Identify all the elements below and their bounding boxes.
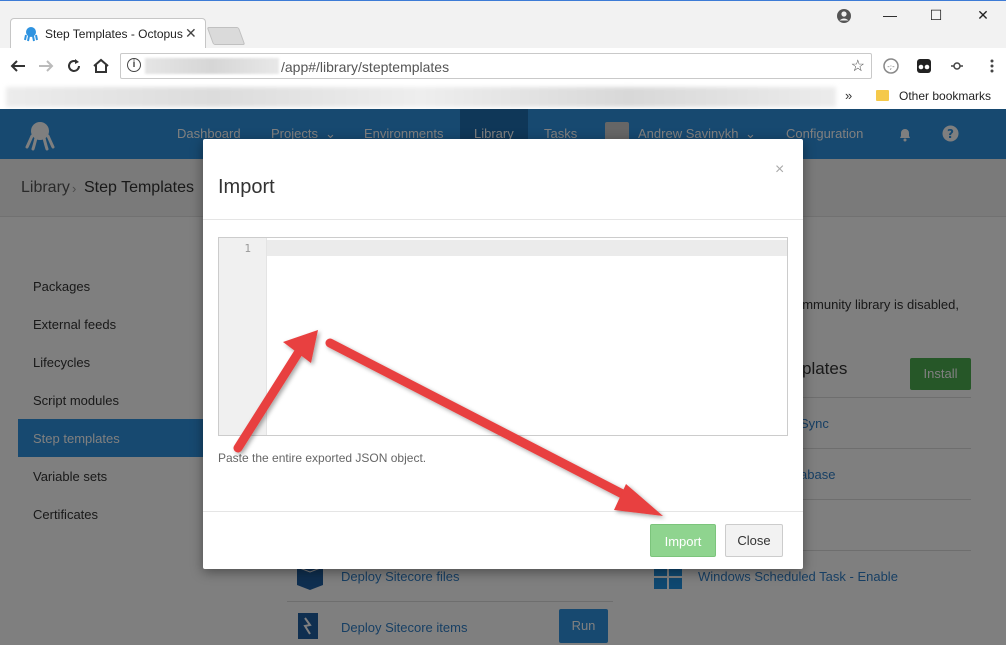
home-icon[interactable] [92,57,110,75]
folder-icon [876,90,889,101]
minimize-icon[interactable]: — [880,7,900,23]
maximize-icon[interactable]: ☐ [926,7,946,24]
editor-help-text: Paste the entire exported JSON object. [218,451,427,465]
browser-menu-icon[interactable] [984,58,1000,74]
close-button[interactable]: Close [725,524,783,557]
other-bookmarks[interactable]: Other bookmarks [899,89,991,103]
line-number: 1 [244,242,251,255]
site-info-icon[interactable]: i [127,58,141,72]
octopus-favicon-icon [24,27,38,42]
redacted-host [145,58,279,74]
import-button[interactable]: Import [650,524,716,557]
url-text: /app#/library/steptemplates [281,59,450,75]
tab-close-icon[interactable]: ✕ [185,25,197,42]
new-tab-button[interactable] [206,27,246,45]
profile-icon[interactable] [836,8,852,24]
svg-text:-;-: -;- [887,63,895,71]
import-dialog: Import × 1 Paste the entire exported JSO… [203,139,803,569]
glasses-extension-icon[interactable] [916,58,932,74]
redacted-bookmarks [6,87,836,107]
back-icon[interactable] [9,57,27,75]
dialog-title: Import [218,176,275,198]
close-icon[interactable]: × [775,161,784,179]
reload-icon[interactable] [65,57,83,75]
github-extension-icon[interactable] [949,58,965,74]
editor-gutter: 1 [219,238,267,435]
tab-title: Step Templates - Octopus Deploy [45,27,185,41]
dialog-footer-divider [203,511,803,512]
bookmarks-bar: » Other bookmarks [0,84,1006,110]
browser-toolbar: i /app#/library/steptemplates ☆ -;- [0,48,1006,84]
dialog-divider [203,219,803,220]
browser-tab[interactable]: Step Templates - Octopus Deploy ✕ [10,18,206,48]
address-bar[interactable]: i /app#/library/steptemplates ☆ [120,53,872,79]
window-close-icon[interactable]: ✕ [973,7,993,24]
extension-icon[interactable]: -;- [883,58,899,74]
bookmark-star-icon[interactable]: ☆ [851,56,865,76]
json-editor[interactable]: 1 [218,237,788,436]
editor-active-line[interactable] [267,240,787,256]
bookmarks-overflow-icon[interactable]: » [845,88,852,103]
browser-chrome: Step Templates - Octopus Deploy ✕ — ☐ ✕ … [0,0,1006,110]
forward-icon[interactable] [37,57,55,75]
